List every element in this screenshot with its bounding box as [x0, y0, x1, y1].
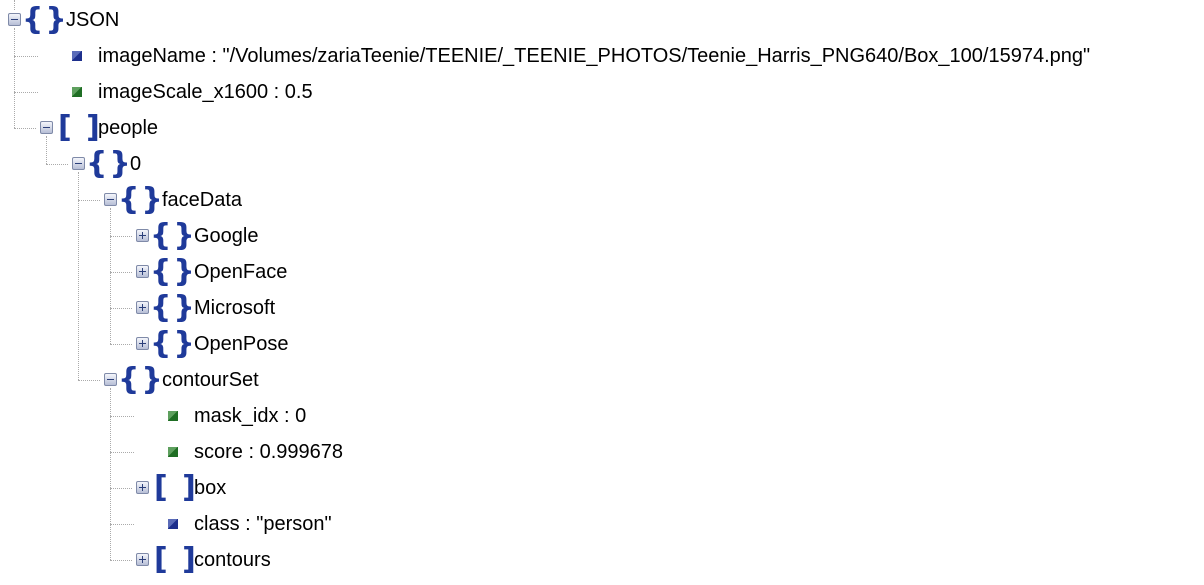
string-value-icon — [72, 51, 82, 61]
collapse-icon[interactable] — [8, 13, 21, 26]
connector-line — [110, 524, 134, 525]
connector-line — [110, 272, 132, 273]
tree-node-mask_idx: mask_idx : 0 — [0, 398, 1204, 434]
tree-node-microsoft[interactable]: {} Microsoft — [0, 290, 1204, 326]
square-brackets-icon: [ ] — [154, 470, 198, 505]
node-label: OpenFace — [194, 261, 288, 283]
node-label: contours — [194, 549, 271, 571]
tree-node-class: class : "person" — [0, 506, 1204, 542]
number-value-icon — [168, 447, 178, 457]
square-brackets-icon: [ ] — [154, 542, 198, 577]
connector-line — [110, 236, 132, 237]
node-label: contourSet — [162, 369, 259, 391]
tree-node-google[interactable]: {} Google — [0, 218, 1204, 254]
tree-node-0[interactable]: {} 0 — [0, 146, 1204, 182]
number-value-icon — [72, 87, 82, 97]
expand-icon[interactable] — [136, 229, 149, 242]
square-brackets-icon: [ ] — [58, 110, 102, 145]
node-label: JSON — [66, 9, 120, 31]
connector-line — [14, 56, 38, 57]
node-label: imageName : "/Volumes/zariaTeenie/TEENIE… — [98, 45, 1091, 67]
node-label: mask_idx : 0 — [194, 405, 307, 427]
node-label: Google — [194, 225, 259, 247]
connector-line — [110, 344, 132, 345]
node-label: box — [194, 477, 227, 499]
connector-line — [110, 488, 132, 489]
node-label: OpenPose — [194, 333, 289, 355]
curly-braces-icon: {} — [118, 182, 165, 217]
node-label: class : "person" — [194, 513, 332, 535]
curly-braces-icon: {} — [150, 254, 197, 289]
collapse-icon[interactable] — [104, 373, 117, 386]
node-label: people — [98, 117, 159, 139]
tree-guide-line — [14, 0, 15, 10]
tree-node-openface[interactable]: {} OpenFace — [0, 254, 1204, 290]
connector-line — [110, 308, 132, 309]
node-label: 0 — [130, 153, 142, 175]
tree-node-json[interactable]: {} JSON — [0, 2, 1204, 38]
expand-icon[interactable] — [136, 481, 149, 494]
expand-icon[interactable] — [136, 265, 149, 278]
node-label: imageScale_x1600 : 0.5 — [98, 81, 313, 103]
tree-node-people[interactable]: [ ] people — [0, 110, 1204, 146]
tree-node-box[interactable]: [ ] box — [0, 470, 1204, 506]
curly-braces-icon: {} — [86, 146, 133, 181]
collapse-icon[interactable] — [40, 121, 53, 134]
connector-line — [14, 128, 36, 129]
connector-line — [110, 416, 134, 417]
connector-line — [78, 200, 100, 201]
tree-node-contours[interactable]: [ ] contours — [0, 542, 1204, 578]
connector-line — [110, 560, 132, 561]
node-label: faceData — [162, 189, 243, 211]
collapse-icon[interactable] — [72, 157, 85, 170]
curly-braces-icon: {} — [150, 326, 197, 361]
node-label: Microsoft — [194, 297, 276, 319]
collapse-icon[interactable] — [104, 193, 117, 206]
string-value-icon — [168, 519, 178, 529]
expand-icon[interactable] — [136, 301, 149, 314]
connector-line — [46, 164, 68, 165]
tree-node-imagescale_x1600: imageScale_x1600 : 0.5 — [0, 74, 1204, 110]
json-tree-view: {} JSON imageName : "/Volumes/zariaTeenie/… — [0, 0, 1204, 585]
curly-braces-icon: {} — [150, 290, 197, 325]
tree-node-openpose[interactable]: {} OpenPose — [0, 326, 1204, 362]
expand-icon[interactable] — [136, 553, 149, 566]
tree-node-facedata[interactable]: {} faceData — [0, 182, 1204, 218]
tree-node-contourset[interactable]: {} contourSet — [0, 362, 1204, 398]
connector-line — [78, 380, 100, 381]
connector-line — [110, 452, 134, 453]
curly-braces-icon: {} — [118, 362, 165, 397]
node-label: score : 0.999678 — [194, 441, 343, 463]
tree-node-score: score : 0.999678 — [0, 434, 1204, 470]
curly-braces-icon: {} — [150, 218, 197, 253]
curly-braces-icon: {} — [22, 2, 69, 37]
tree-node-imagename: imageName : "/Volumes/zariaTeenie/TEENIE… — [0, 38, 1204, 74]
expand-icon[interactable] — [136, 337, 149, 350]
connector-line — [14, 92, 38, 93]
number-value-icon — [168, 411, 178, 421]
